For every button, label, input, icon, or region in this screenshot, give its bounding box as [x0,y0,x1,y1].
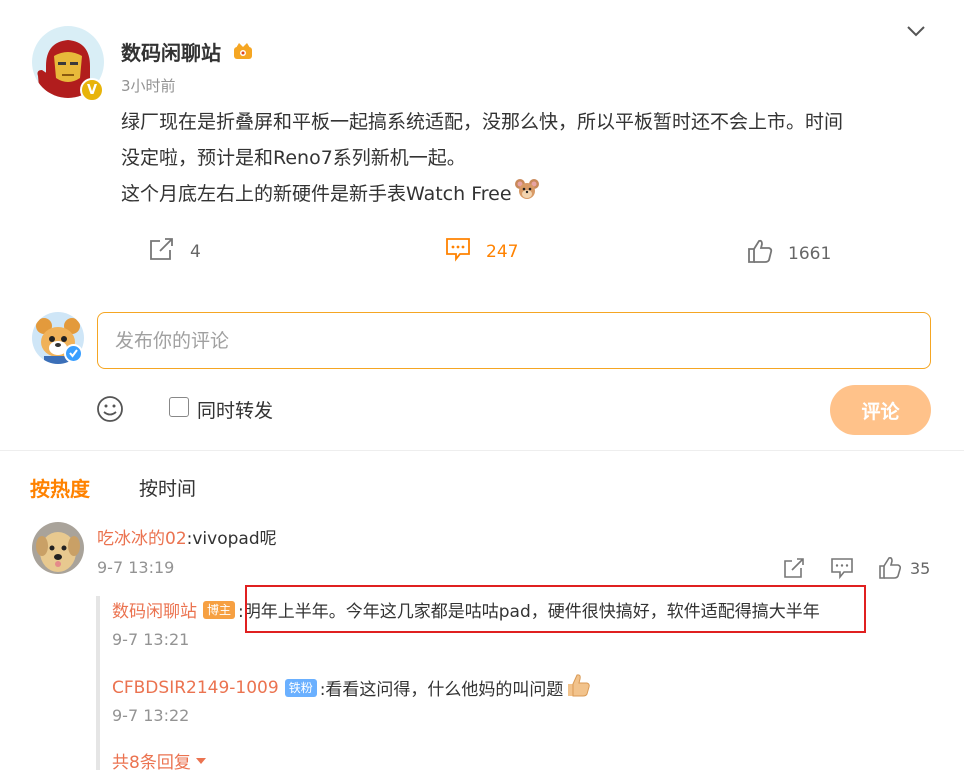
more-replies-link[interactable]: 共8条回复 [112,748,207,773]
reply-content: :看看这问得，什么他妈的叫问题 [319,680,564,700]
post-line: 没定啦，预计是和Reno7系列新机一起。 [121,147,466,169]
comment-like-count: 35 [910,558,931,578]
thumbs-up-icon [746,238,774,269]
comment-share-icon[interactable] [782,556,806,580]
post-line: 这个月底左右上的新硬件是新手表Watch Free [121,176,931,213]
forward-checkbox[interactable] [169,397,189,417]
highlight-annotation-box [245,585,866,633]
like-button[interactable]: 1661 [746,238,831,269]
emoji-icon[interactable] [96,395,124,423]
repost-count: 4 [190,241,201,262]
fan-badge: 铁粉 [284,678,317,697]
post-body: 绿厂现在是折叠屏和平板一起搞系统适配，没那么快，所以平板暂时还不会上市。时间 没… [121,104,931,213]
caret-down-icon [195,751,207,771]
share-icon [148,236,176,267]
tab-sort-hot[interactable]: 按热度 [30,473,90,502]
like-count: 1661 [788,243,832,264]
comment-timestamp: 9-7 13:19 [97,558,175,577]
blogger-badge: 博主 [203,600,236,619]
post-line: 绿厂现在是折叠屏和平板一起搞系统适配，没那么快，所以平板暂时还不会上市。时间 [121,111,844,133]
comment-actions: 35 [782,556,930,580]
post-timestamp[interactable]: 3小时前 [121,75,176,96]
comment-button[interactable]: 247 [444,236,518,267]
submit-comment-button[interactable]: 评论 [830,385,931,435]
reply-item: CFBDSIR2149-1009 铁粉 :看看这问得，什么他妈的叫问题 [112,672,591,703]
repost-button[interactable]: 4 [148,236,201,267]
comment-content: :vivopad呢 [186,529,277,549]
post-author-name[interactable]: 数码闲聊站 [121,37,221,66]
comment-icon [444,236,472,267]
verified-badge-icon: V [80,78,104,102]
reply-thread-bar [96,596,100,770]
forward-label: 同时转发 [197,400,274,422]
verified-blue-icon [64,344,83,363]
reply-author-name[interactable]: 数码闲聊站 [112,597,197,622]
reply-author-name[interactable]: CFBDSIR2149-1009 [112,678,279,698]
comment-reply-icon[interactable] [830,556,854,580]
comment-count: 247 [486,241,519,262]
comment-input[interactable] [97,312,931,369]
commenter-name[interactable]: 吃冰冰的02 [97,529,187,549]
divider [0,450,964,451]
crown-icon [232,40,254,62]
jerry-emoji-icon [514,177,540,213]
commenter-avatar[interactable] [32,522,84,574]
tab-sort-time[interactable]: 按时间 [139,474,196,501]
more-replies-label: 共8条回复 [112,753,191,773]
comment-like-icon[interactable] [878,556,902,580]
thumbs-up-emoji-icon [565,672,591,703]
comment-text: 吃冰冰的02:vivopad呢 [97,524,277,549]
chevron-down-icon[interactable] [903,22,929,40]
reply-timestamp: 9-7 13:22 [112,706,190,725]
reply-timestamp: 9-7 13:21 [112,630,190,649]
